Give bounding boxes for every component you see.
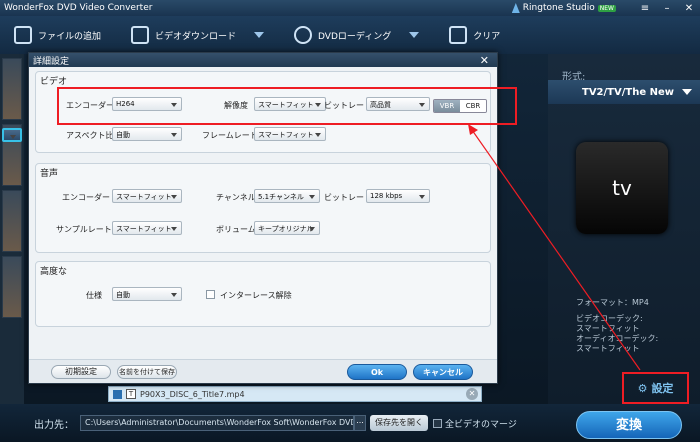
video-thumbnail[interactable] — [2, 256, 22, 318]
format-selector[interactable]: TV2/TV/The New — [548, 80, 700, 104]
file-thumbnail-list — [0, 54, 24, 404]
title-bar: WonderFox DVD Video Converter Ringtone S… — [0, 0, 700, 16]
audio-codec-label: オーディオコーデック: — [576, 334, 659, 343]
dvd-icon — [294, 26, 313, 44]
audio-bitrate-label: ビットレート — [324, 193, 372, 202]
window-title: WonderFox DVD Video Converter — [4, 3, 153, 13]
deinterlace-label: インターレース解除 — [220, 291, 292, 300]
file-item-bar[interactable]: T P90X3_DISC_6_Title7.mp4 ✕ — [108, 386, 482, 402]
dialog-title-bar: 詳細設定 ✕ — [29, 53, 497, 67]
dialog-footer: 初期設定 名前を付けて保存 Ok キャンセル — [29, 359, 497, 383]
framerate-select[interactable]: スマートフィット — [254, 127, 326, 141]
chevron-down-icon[interactable] — [409, 32, 420, 38]
convert-button[interactable]: 変換 — [576, 411, 682, 439]
format-info-text: フォーマット：MP4 — [576, 298, 649, 307]
audio-encoder-label: エンコーダー — [62, 193, 110, 202]
aspect-ratio-label: アスペクト比 — [66, 131, 114, 140]
dvd-loading-label: DVDローディング — [318, 31, 392, 42]
clear-button[interactable]: クリア — [449, 26, 500, 44]
ok-button[interactable]: Ok — [347, 364, 407, 380]
new-badge: NEW — [597, 4, 616, 12]
browse-button[interactable]: ... — [354, 415, 366, 431]
close-icon[interactable]: ✕ — [480, 54, 489, 67]
file-color-icon — [113, 389, 122, 399]
output-label: 出力先： — [34, 419, 74, 431]
samplerate-label: サンプルレート — [56, 225, 112, 234]
spec-label: 仕様 — [86, 291, 102, 300]
apple-tv-device-image: tv — [576, 142, 668, 234]
subtitle-t-icon[interactable]: T — [126, 389, 136, 399]
merge-label: 全ビデオのマージ — [445, 419, 517, 430]
video-thumbnail[interactable] — [2, 190, 22, 252]
ringtone-label: Ringtone Studio — [522, 3, 595, 13]
channel-select[interactable]: 5.1チャンネル — [254, 189, 320, 203]
aspect-ratio-select[interactable]: 自動 — [112, 127, 182, 141]
bottom-bar: 出力先： C:\Users\Administrator\Documents\Wo… — [0, 404, 700, 442]
download-icon — [131, 26, 150, 44]
audio-bitrate-select[interactable]: 128 kbps — [366, 189, 430, 203]
dialog-title: 詳細設定 — [33, 56, 70, 67]
cancel-button[interactable]: キャンセル — [413, 364, 473, 380]
merge-checkbox[interactable] — [433, 418, 442, 428]
ringtone-studio-link[interactable]: Ringtone Studio NEW — [511, 3, 616, 13]
device-label: tv — [612, 176, 632, 200]
audio-settings-group: 音声 エンコーダー スマートフィット チャンネル 5.1チャンネル ビットレート… — [35, 163, 491, 253]
trash-icon — [449, 26, 468, 44]
volume-label: ボリューム — [216, 225, 256, 234]
samplerate-select[interactable]: スマートフィット — [112, 221, 182, 235]
remove-file-icon[interactable]: ✕ — [466, 388, 478, 400]
audio-section-title: 音声 — [40, 169, 59, 179]
audio-codec-value: スマートフィット — [576, 344, 640, 353]
video-download-label: ビデオダウンロード — [155, 31, 237, 42]
output-format-panel: 形式: TV2/TV/The New tv フォーマット：MP4 ビデオコーデッ… — [548, 54, 700, 404]
clear-label: クリア — [473, 31, 501, 42]
chevron-down-icon — [682, 89, 692, 95]
main-toolbar: ファイルの追加 ビデオダウンロード DVDローディング クリア — [0, 16, 700, 54]
reset-button[interactable]: 初期設定 — [51, 365, 111, 379]
deinterlace-checkbox[interactable] — [206, 290, 215, 299]
video-codec-value: スマートフィット — [576, 324, 640, 333]
add-file-label: ファイルの追加 — [38, 31, 102, 42]
channel-label: チャンネル — [216, 193, 256, 202]
close-window-icon[interactable]: ✕ — [678, 3, 700, 14]
spec-select[interactable]: 自動 — [112, 287, 182, 301]
format-value: TV2/TV/The New — [582, 86, 674, 98]
open-folder-button[interactable]: 保存先を開く — [370, 415, 428, 431]
settings-label: 設定 — [651, 382, 674, 395]
volume-select[interactable]: キープオリジナル — [254, 221, 320, 235]
gear-icon: ⚙ — [637, 381, 648, 395]
advanced-section-title: 高度な — [40, 267, 68, 277]
minimize-icon[interactable]: – — [656, 3, 678, 14]
framerate-label: フレームレート — [202, 131, 258, 140]
format-info: フォーマット：MP4 ビデオコーデック: スマートフィット オーディオコーデック… — [576, 298, 658, 354]
advanced-settings-group: 高度な 仕様 自動 インターレース解除 — [35, 261, 491, 327]
chevron-down-icon[interactable] — [254, 32, 265, 38]
add-file-icon — [14, 26, 32, 44]
app-window: WonderFox DVD Video Converter Ringtone S… — [0, 0, 700, 442]
video-section-title: ビデオ — [40, 77, 68, 87]
settings-button[interactable]: ⚙ 設定 — [622, 372, 689, 404]
file-name: P90X3_DISC_6_Title7.mp4 — [140, 389, 245, 399]
dvd-loading-button[interactable]: DVDローディング — [294, 26, 420, 44]
save-as-button[interactable]: 名前を付けて保存 — [117, 365, 177, 379]
output-path-input[interactable]: C:\Users\Administrator\Documents\WonderF… — [80, 415, 354, 431]
audio-encoder-select[interactable]: スマートフィット — [112, 189, 182, 203]
ringtone-icon — [511, 3, 520, 13]
highlight-box — [57, 87, 517, 125]
advanced-settings-dialog: 詳細設定 ✕ ビデオ エンコーダー H264 解像度 スマートフィット ビットレ… — [28, 52, 517, 384]
menu-icon[interactable]: ≡ — [634, 3, 656, 14]
video-thumbnail[interactable] — [2, 128, 22, 142]
video-thumbnail[interactable] — [2, 58, 22, 120]
add-file-button[interactable]: ファイルの追加 — [14, 26, 101, 44]
video-download-button[interactable]: ビデオダウンロード — [131, 26, 265, 44]
video-codec-label: ビデオコーデック: — [576, 314, 643, 323]
